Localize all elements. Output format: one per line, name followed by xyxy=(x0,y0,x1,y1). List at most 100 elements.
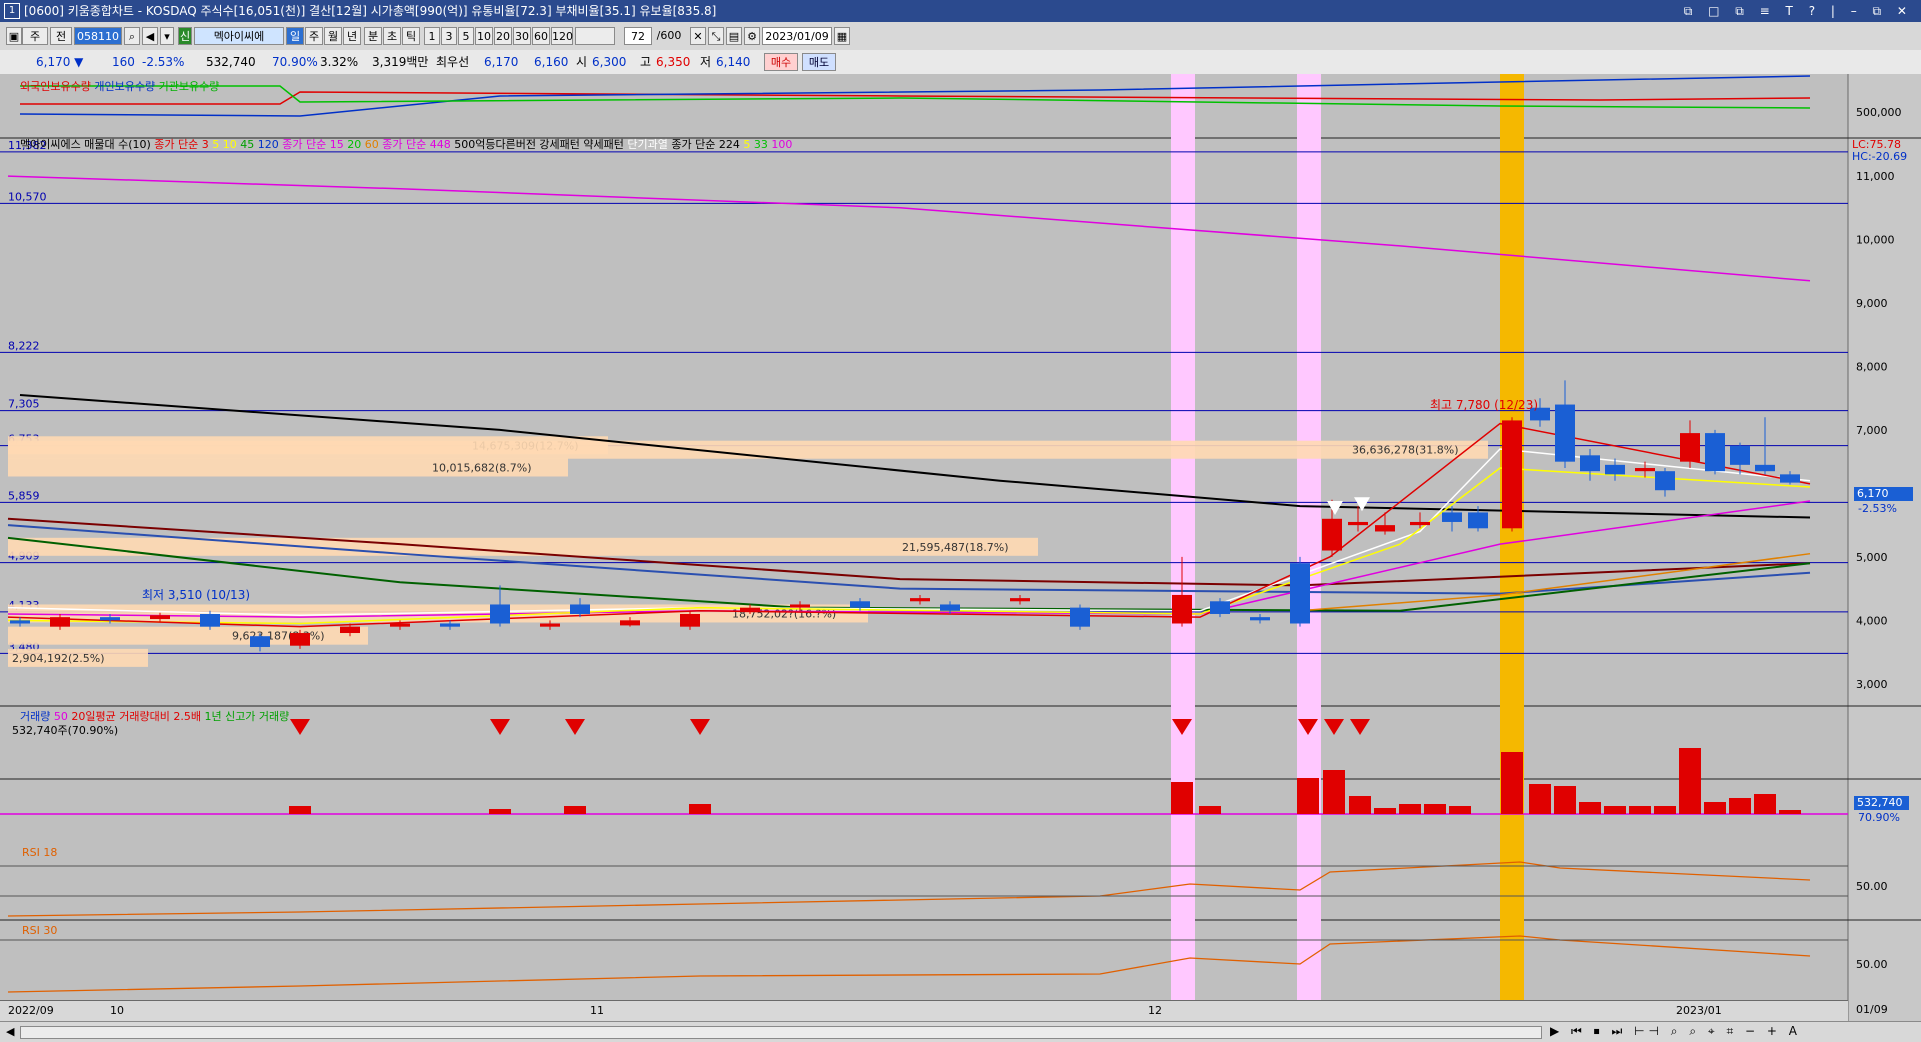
scroll-controls[interactable]: ▶ ⏮ ⏹ ⏭ ⊢⊣ ⌕ ⌕ ⌖ ⌗ − + A xyxy=(1550,1024,1801,1039)
tab-month[interactable]: 월 xyxy=(324,27,342,45)
count-input[interactable]: 72 xyxy=(624,27,652,45)
candle-body xyxy=(440,623,460,627)
volume-rate: 70.90% xyxy=(272,55,318,69)
min-5[interactable]: 5 xyxy=(458,27,474,45)
menu-icon[interactable]: ▣ xyxy=(6,27,22,45)
prev-button[interactable]: 전 xyxy=(50,27,72,45)
count-total: /600 xyxy=(656,29,682,42)
save-icon[interactable]: ▤ xyxy=(726,27,742,45)
axis-tick-label: 5,000 xyxy=(1856,551,1888,564)
volume-note: 532,740주(70.90%) xyxy=(12,724,119,737)
axis-tick-label: 4,000 xyxy=(1856,614,1888,627)
candle-body xyxy=(1755,464,1775,472)
open-price: 6,300 xyxy=(592,55,627,69)
main-legend: 멕아이씨에스 매물대 수(10) 종가 단순 3 5 10 45 120 종가 … xyxy=(20,136,792,152)
candle-body xyxy=(1655,471,1675,491)
min-1[interactable]: 1 xyxy=(424,27,440,45)
search-icon[interactable]: ⌕ xyxy=(124,27,140,45)
candle-body xyxy=(1070,607,1090,627)
candle-body xyxy=(940,604,960,611)
min-20[interactable]: 20 xyxy=(494,27,512,45)
stock-name[interactable]: 멕아이씨에 xyxy=(194,27,284,45)
candle-body xyxy=(910,598,930,602)
volume-bar xyxy=(1704,802,1726,814)
volume-bar xyxy=(1171,782,1193,814)
interval-select[interactable] xyxy=(575,27,615,45)
volume-bar xyxy=(1424,804,1446,814)
volume-bar xyxy=(1199,806,1221,814)
min-30[interactable]: 30 xyxy=(513,27,531,45)
min-60[interactable]: 60 xyxy=(532,27,550,45)
legend-weak: 약세패턴 xyxy=(583,138,624,151)
quote-bar: 6,170 ▼ 160 -2.53% 532,740 70.90% 3.32% … xyxy=(0,50,1921,75)
candle-body xyxy=(1290,563,1310,624)
level-label: 8,222 xyxy=(8,339,40,352)
min-120[interactable]: 120 xyxy=(551,27,573,45)
price-tag-rate: -2.53% xyxy=(1858,502,1897,515)
candle-body xyxy=(50,617,70,627)
tab-day[interactable]: 일 xyxy=(286,27,304,45)
legend-ma15: 종가 단순 15 xyxy=(282,138,344,151)
candle-body xyxy=(570,604,590,614)
volume-bar xyxy=(1399,804,1421,814)
stock-code-input[interactable]: 058110 xyxy=(74,27,122,45)
candle-body xyxy=(250,636,270,647)
buy-button[interactable]: 매수 xyxy=(764,53,798,71)
volume-profile-label: 36,636,278(31.8%) xyxy=(1352,444,1459,457)
volume-bar xyxy=(1529,784,1551,814)
axis-tick-label: 8,000 xyxy=(1856,360,1888,373)
legend-strong: 500억등다른버전 강세패턴 xyxy=(454,138,580,151)
chart-scrollbar[interactable]: ◀ ▶ ⏮ ⏹ ⏭ ⊢⊣ ⌕ ⌕ ⌖ ⌗ − + A xyxy=(0,1021,1921,1042)
scroll-track[interactable] xyxy=(20,1026,1542,1039)
legend-ma10: 10 xyxy=(222,138,237,151)
open-label: 시 xyxy=(576,55,588,69)
volume: 532,740 xyxy=(206,55,256,69)
low-label: 저 xyxy=(700,55,712,69)
rsi18-label: RSI 18 xyxy=(22,846,58,859)
new-label[interactable]: 신 xyxy=(178,27,192,45)
volume-bar xyxy=(1779,810,1801,814)
volume-bar xyxy=(1729,798,1751,814)
volume-bar xyxy=(1349,796,1371,814)
chart-toolbar: ▣ 주 전 058110 ⌕ ◀ ▾ 신 멕아이씨에 일 주 월 년 분 초 틱… xyxy=(0,22,1921,51)
speaker-icon[interactable]: ◀ xyxy=(142,27,158,45)
turnover: 3.32% xyxy=(320,55,359,69)
sell-button[interactable]: 매도 xyxy=(802,53,836,71)
tab-second[interactable]: 초 xyxy=(383,27,401,45)
chart-svg[interactable]: 11,38210,5708,2227,3056,7535,8594,9094,1… xyxy=(0,74,1921,1021)
best-label: 최우선 xyxy=(436,55,470,69)
volume-bar xyxy=(1604,806,1626,814)
min-10[interactable]: 10 xyxy=(475,27,493,45)
scroll-left-icon[interactable]: ◀ xyxy=(6,1025,14,1038)
legend-ma33: 33 xyxy=(753,138,768,151)
tab-week[interactable]: 주 xyxy=(305,27,323,45)
candle-body xyxy=(620,620,640,626)
legend-overheat: 단기과열 xyxy=(627,138,668,151)
axis-tick-label: 10,000 xyxy=(1856,234,1895,247)
tab-tick[interactable]: 틱 xyxy=(402,27,420,45)
candle-body xyxy=(1468,512,1488,529)
window-buttons[interactable]: ⧉ □ ⧉ ≡ T ? | – ⧉ ✕ xyxy=(1684,0,1913,22)
candle-body xyxy=(1410,521,1430,526)
volume-bar xyxy=(1501,752,1523,814)
period-select[interactable]: 주 xyxy=(22,27,48,45)
calendar-icon[interactable]: ▦ xyxy=(834,27,850,45)
price-tag: 6,170 xyxy=(1854,487,1913,501)
min-3[interactable]: 3 xyxy=(441,27,457,45)
candle-body xyxy=(790,604,810,608)
tab-year[interactable]: 년 xyxy=(343,27,361,45)
legend-ma448: 종가 단순 448 xyxy=(382,138,451,151)
hc-label: HC:-20.69 xyxy=(1852,150,1908,163)
chart-area[interactable]: 11,38210,5708,2227,3056,7535,8594,9094,1… xyxy=(0,74,1921,1022)
date-input[interactable]: 2023/01/09 xyxy=(762,27,832,45)
compare-icon[interactable]: ⤡ xyxy=(708,27,724,45)
candle-body xyxy=(540,623,560,627)
ask-price: 6,170 xyxy=(484,55,519,69)
gear-icon[interactable]: ⚙ xyxy=(744,27,760,45)
cross-icon[interactable]: ✕ xyxy=(690,27,706,45)
window-titlebar: 1 [0600] 키움종합차트 - KOSDAQ 주식수[16,051(천)] … xyxy=(0,0,1921,22)
tab-minute[interactable]: 분 xyxy=(364,27,382,45)
x-label: 12 xyxy=(1148,1004,1162,1017)
volume-profile-label: 9,623,187(8.3%) xyxy=(232,630,325,643)
dropdown-icon[interactable]: ▾ xyxy=(160,27,174,45)
